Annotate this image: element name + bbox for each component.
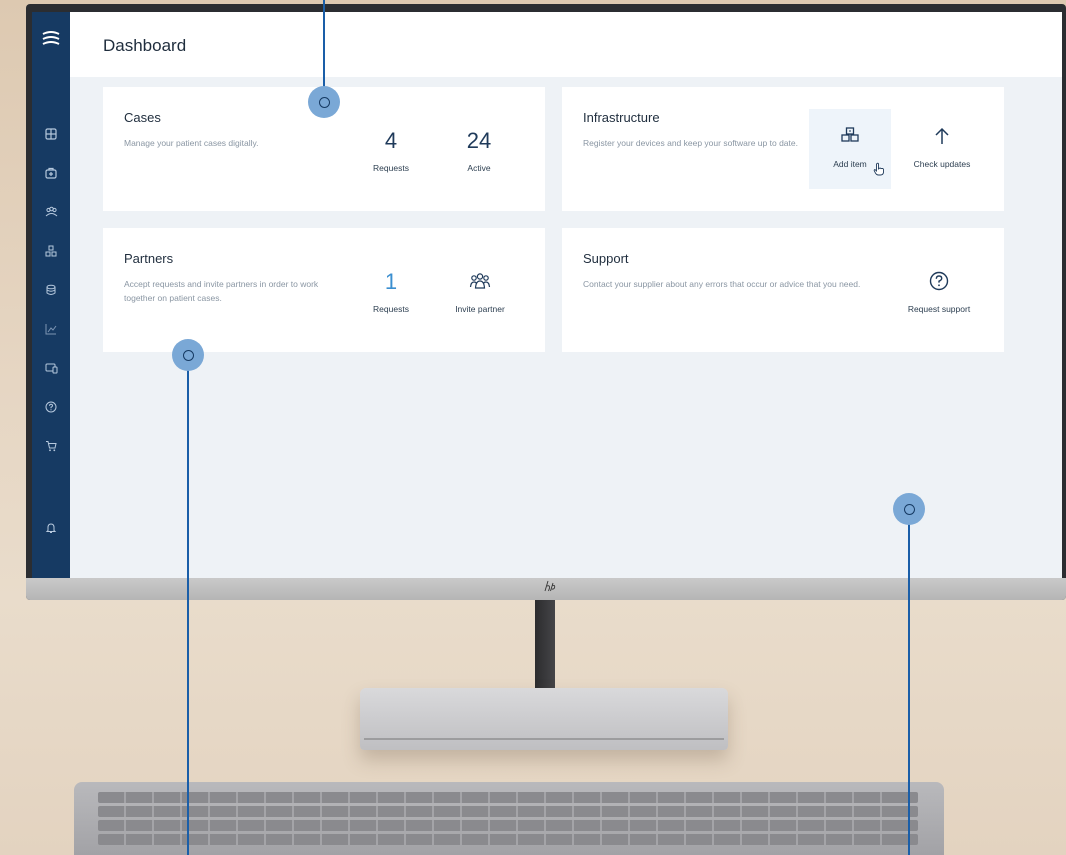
page-title: Dashboard	[103, 36, 187, 55]
partners-card[interactable]: Partners Accept requests and invite part…	[103, 228, 545, 352]
request-support-button[interactable]: Request support	[898, 256, 980, 320]
callout-line-screen	[908, 524, 910, 855]
partners-requests-label: Requests	[373, 304, 409, 314]
infrastructure-card[interactable]: Infrastructure Register your devices and…	[562, 87, 1004, 211]
help-icon[interactable]	[41, 397, 61, 417]
add-item-icon	[809, 121, 891, 151]
callout-line-cases	[323, 0, 325, 87]
sidebar	[32, 12, 70, 580]
add-item-button[interactable]: Add item	[809, 109, 891, 189]
stand-base-edge	[364, 738, 724, 740]
callout-line-partners	[187, 370, 189, 855]
check-updates-button[interactable]: Check updates	[901, 109, 983, 189]
cases-active-label: Active	[467, 163, 491, 173]
cart-icon[interactable]	[41, 436, 61, 456]
hp-logo-icon	[540, 580, 558, 594]
support-title: Support	[583, 251, 629, 266]
callout-marker-partners	[172, 339, 204, 371]
partners-description: Accept requests and invite partners in o…	[124, 279, 319, 303]
cases-requests-label: Requests	[373, 163, 409, 173]
request-support-label: Request support	[907, 304, 971, 314]
keyboard-row	[98, 806, 918, 817]
arrow-up-icon	[901, 121, 983, 151]
cases-requests-count: 4	[384, 128, 398, 153]
infrastructure-description: Register your devices and keep your soft…	[583, 138, 798, 148]
invite-partner-icon	[439, 266, 521, 296]
partners-icon[interactable]	[41, 202, 61, 222]
callout-marker-cases	[308, 86, 340, 118]
invite-partner-button[interactable]: Invite partner	[439, 256, 521, 320]
app-logo-icon[interactable]	[40, 30, 62, 48]
cases-active-count: 24	[466, 128, 492, 153]
check-updates-label: Check updates	[913, 159, 971, 169]
partners-title: Partners	[124, 251, 174, 266]
cases-active-stat[interactable]: 24 Active	[444, 127, 514, 173]
partners-requests-stat[interactable]: 1 Requests	[356, 268, 426, 314]
callout-marker-screen	[893, 493, 925, 525]
cases-requests-stat[interactable]: 4 Requests	[356, 127, 426, 173]
database-icon[interactable]	[41, 280, 61, 300]
infrastructure-icon[interactable]	[41, 241, 61, 261]
notifications-icon[interactable]	[41, 518, 61, 538]
partners-requests-count: 1	[384, 269, 398, 294]
question-icon	[898, 266, 980, 296]
support-description: Contact your supplier about any errors t…	[583, 279, 861, 289]
monitor-stand-neck	[535, 600, 555, 702]
keyboard	[74, 782, 944, 855]
analytics-icon[interactable]	[41, 319, 61, 339]
keyboard-row	[98, 792, 918, 803]
top-bar: Dashboard	[70, 12, 1062, 77]
keyboard-row	[98, 820, 918, 831]
cases-title: Cases	[124, 110, 161, 125]
dashboard-icon[interactable]	[41, 124, 61, 144]
infrastructure-title: Infrastructure	[583, 110, 660, 125]
cases-description: Manage your patient cases digitally.	[124, 138, 259, 148]
devices-icon[interactable]	[41, 358, 61, 378]
support-card[interactable]: Support Contact your supplier about any …	[562, 228, 1004, 352]
cases-icon[interactable]	[41, 163, 61, 183]
invite-partner-label: Invite partner	[455, 304, 505, 314]
hand-cursor-icon	[873, 162, 885, 181]
keyboard-row	[98, 834, 918, 845]
monitor-stand-base	[360, 688, 728, 750]
